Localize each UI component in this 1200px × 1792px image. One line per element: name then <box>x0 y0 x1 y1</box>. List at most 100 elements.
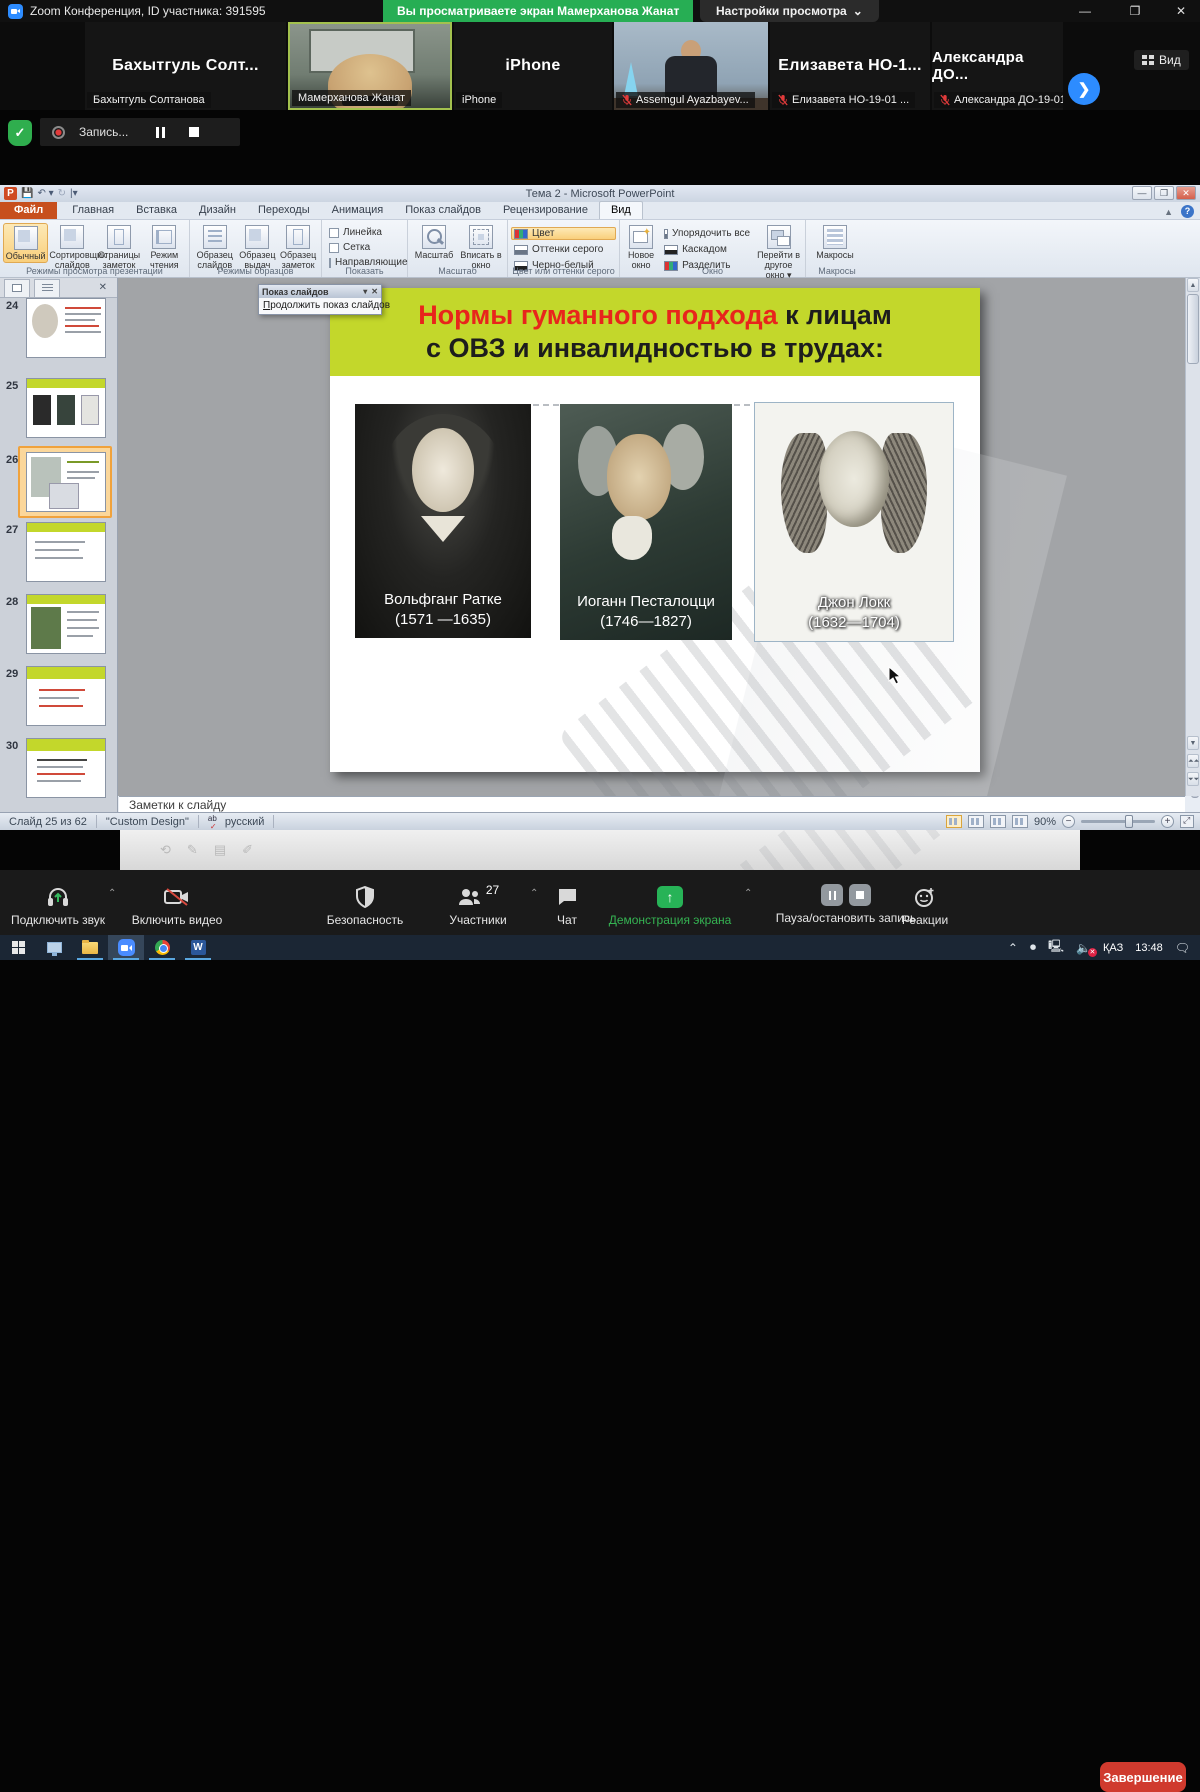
popup-dropdown-icon[interactable]: ▾ <box>363 287 367 296</box>
view-settings-button[interactable]: Настройки просмотра⌄ <box>700 0 879 22</box>
ppt-minimize-button[interactable]: — <box>1132 186 1152 200</box>
chat-button[interactable]: Чат <box>532 884 602 927</box>
scroll-down-icon[interactable]: ▼ <box>1187 736 1199 750</box>
participant-tile[interactable]: Александра ДО... Александра ДО-19-01 <box>932 22 1063 110</box>
spellcheck-status[interactable]: русский <box>199 815 274 828</box>
zoom-button[interactable]: Масштаб <box>411 223 457 261</box>
participant-tile[interactable]: Бахытгуль Солт... Бахытгуль Солтанова <box>85 22 286 110</box>
taskbar-zoom[interactable] <box>108 935 144 960</box>
tab-home[interactable]: Главная <box>61 202 125 219</box>
slide-master-button[interactable]: Образец слайдов <box>193 223 237 271</box>
taskbar-chrome[interactable] <box>144 935 180 960</box>
tab-design[interactable]: Дизайн <box>188 202 247 219</box>
fit-slide-button[interactable] <box>1180 815 1194 828</box>
arrange-all-button[interactable]: Упорядочить все <box>661 227 753 240</box>
popup-close-icon[interactable]: ✕ <box>371 287 378 296</box>
ppt-close-button[interactable]: ✕ <box>1176 186 1196 200</box>
slideshow-status-icon[interactable] <box>1012 815 1028 828</box>
taskbar-explorer-pc[interactable] <box>36 935 72 960</box>
notes-page-button[interactable]: Страницы заметок <box>96 223 141 271</box>
start-video-button[interactable]: Включить видео <box>122 884 232 927</box>
participant-tile[interactable]: iPhone iPhone <box>454 22 612 110</box>
end-meeting-button[interactable]: Завершение <box>1100 1762 1186 1792</box>
network-icon[interactable]: 🖳 <box>1048 937 1064 958</box>
pause-record-icon[interactable] <box>821 884 843 906</box>
cascade-button[interactable]: Каскадом <box>661 243 753 256</box>
audio-options-chevron[interactable]: ⌃ <box>108 888 116 899</box>
slide-canvas[interactable]: Нормы гуманного подхода к лицам с ОВЗ и … <box>330 288 980 772</box>
language-indicator[interactable]: ҚАЗ <box>1103 942 1123 954</box>
reading-view-button[interactable]: Режим чтения <box>143 223 186 271</box>
stop-recording-button[interactable] <box>189 127 199 137</box>
pane-close-icon[interactable]: ✕ <box>99 282 107 293</box>
slide-thumbnail[interactable] <box>26 298 106 358</box>
share-screen-button[interactable]: ↑ Демонстрация экрана <box>600 884 740 927</box>
slides-tab[interactable] <box>4 279 30 297</box>
participant-tile[interactable]: Елизавета НО-1... Елизавета НО-19-01 ... <box>770 22 930 110</box>
tray-expand-icon[interactable]: ⌃ <box>1008 941 1018 955</box>
slide-sorter-button[interactable]: Сортировщик слайдов <box>49 223 95 271</box>
notes-field[interactable]: Заметки к слайду <box>119 796 1185 812</box>
restore-button[interactable]: ❐ <box>1118 0 1152 22</box>
slide-thumbnail[interactable] <box>26 378 106 438</box>
slide-thumbnail-selected[interactable] <box>26 452 106 512</box>
clock[interactable]: 13:48 <box>1135 942 1163 954</box>
slide-thumbnail[interactable] <box>26 522 106 582</box>
ruler-checkbox[interactable]: Линейка <box>329 227 402 238</box>
sorter-view-status-icon[interactable] <box>968 815 984 828</box>
zoom-slider[interactable] <box>1081 820 1155 823</box>
tab-animations[interactable]: Анимация <box>321 202 395 219</box>
resume-slideshow-item[interactable]: Продолжить показ слайдов <box>259 298 381 314</box>
tab-view[interactable]: Вид <box>599 201 643 219</box>
zoom-in-button[interactable]: + <box>1161 815 1174 828</box>
slide-thumbnail[interactable] <box>26 594 106 654</box>
scroll-thumb[interactable] <box>1187 294 1199 364</box>
tray-camera-icon[interactable]: ⏺ <box>1030 940 1036 955</box>
scroll-up-icon[interactable]: ▲ <box>1187 278 1199 292</box>
tab-file[interactable]: Файл <box>0 202 57 219</box>
theme-name[interactable]: "Custom Design" <box>97 815 199 828</box>
stop-record-icon[interactable] <box>849 884 871 906</box>
tab-slideshow[interactable]: Показ слайдов <box>394 202 492 219</box>
normal-view-button[interactable]: Обычный <box>3 223 48 263</box>
ppt-restore-button[interactable]: ❐ <box>1154 186 1174 200</box>
collapse-ribbon-icon[interactable]: ▲ <box>1164 207 1173 217</box>
previous-slide-button[interactable]: ⏶⏶ <box>1187 754 1199 768</box>
notes-master-button[interactable]: Образец заметок <box>278 223 318 271</box>
slide-thumbnail[interactable] <box>26 738 106 798</box>
zoom-out-button[interactable]: − <box>1062 815 1075 828</box>
normal-view-status-icon[interactable] <box>946 815 962 828</box>
security-button[interactable]: Безопасность <box>310 884 420 927</box>
start-button[interactable] <box>0 935 36 960</box>
reactions-button[interactable]: Реакции <box>890 884 960 927</box>
zoom-slider-thumb[interactable] <box>1125 815 1133 828</box>
slide-thumbnail[interactable] <box>26 666 106 726</box>
close-button[interactable]: ✕ <box>1164 0 1198 22</box>
speaker-muted-icon[interactable]: 🔈✕ <box>1076 941 1091 955</box>
share-options-chevron[interactable]: ⌃ <box>744 888 752 899</box>
grayscale-button[interactable]: Оттенки серого <box>511 243 616 256</box>
next-participants-button[interactable]: ❯ <box>1068 73 1100 105</box>
outline-tab[interactable] <box>34 279 60 297</box>
next-slide-button[interactable]: ⏷⏷ <box>1187 772 1199 786</box>
pause-recording-button[interactable] <box>156 127 165 138</box>
taskbar-file-explorer[interactable] <box>72 935 108 960</box>
tab-insert[interactable]: Вставка <box>125 202 188 219</box>
tab-review[interactable]: Рецензирование <box>492 202 599 219</box>
taskbar-word[interactable]: W <box>180 935 216 960</box>
security-shield-icon[interactable]: ✓ <box>8 120 32 146</box>
participants-button[interactable]: 27 Участники <box>428 884 528 927</box>
tab-transitions[interactable]: Переходы <box>247 202 321 219</box>
participant-tile-video[interactable]: Мамерханова Жанат <box>288 22 452 110</box>
minimize-button[interactable]: — <box>1068 0 1102 22</box>
join-audio-button[interactable]: Подключить звук <box>8 884 108 927</box>
macros-button[interactable]: Макросы <box>809 223 861 261</box>
gridlines-checkbox[interactable]: Сетка <box>329 242 402 253</box>
zoom-percent[interactable]: 90% <box>1034 816 1056 828</box>
fit-to-window-button[interactable]: Вписать в окно <box>458 223 504 271</box>
reading-view-status-icon[interactable] <box>990 815 1006 828</box>
color-mode-button[interactable]: Цвет <box>511 227 616 240</box>
participant-tile-video[interactable]: Assemgul Ayazbayev... <box>614 22 768 110</box>
action-center-icon[interactable]: 🗨 <box>1175 941 1190 955</box>
handout-master-button[interactable]: Образец выдач <box>238 223 278 271</box>
